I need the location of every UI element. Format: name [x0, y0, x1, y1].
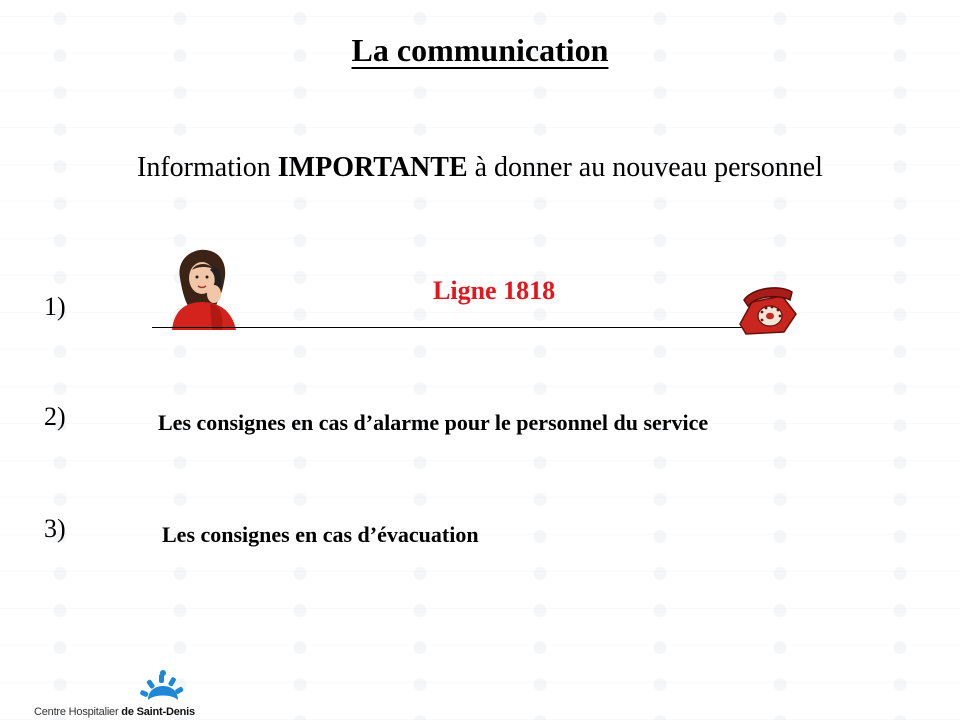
slide-title: La communication: [351, 32, 609, 68]
red-telephone-icon: [739, 287, 797, 335]
ligne-1818-label: Ligne 1818: [433, 276, 556, 305]
item-label-2: Les consignes en cas d’alarme pour le pe…: [158, 410, 709, 435]
item-number-2: 2): [44, 402, 66, 431]
slide-subtitle: Information IMPORTANTE à donner au nouve…: [137, 152, 823, 183]
item-label-3: Les consignes en cas d’évacuation: [162, 522, 479, 547]
item-number-3: 3): [44, 514, 66, 543]
woman-on-phone-icon: [172, 249, 236, 330]
subtitle-emphasis: IMPORTANTE: [277, 152, 468, 183]
phone-line-divider: [152, 327, 752, 328]
hospital-logo-text: Centre Hospitalier de Saint-Denis: [34, 706, 195, 718]
item-number-1: 1): [44, 292, 66, 321]
slide: La communication Information IMPORTANTE …: [0, 0, 960, 720]
